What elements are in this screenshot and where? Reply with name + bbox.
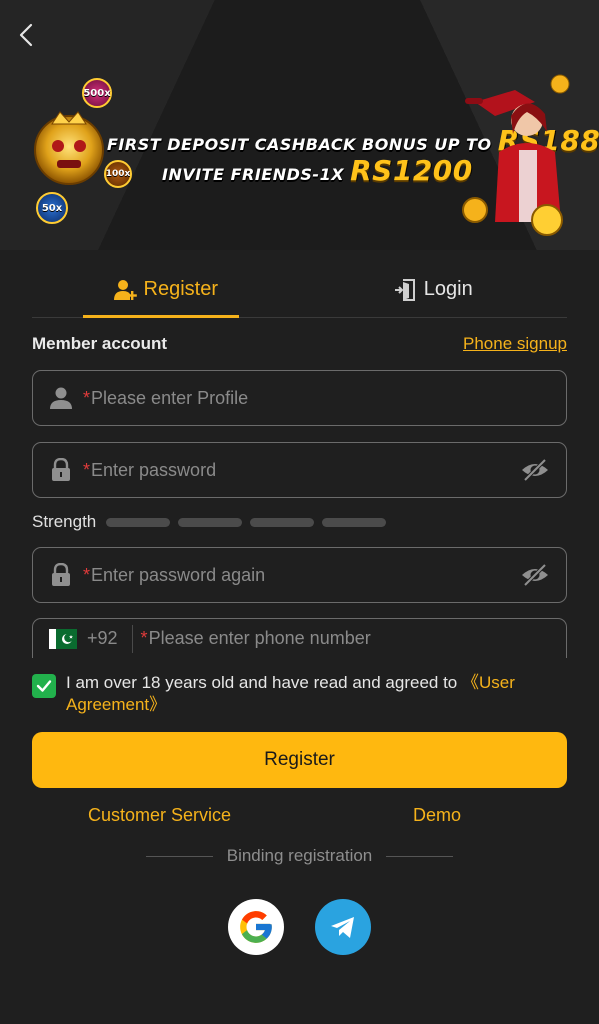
multiplier-badge-50x: 50x xyxy=(36,192,68,224)
customer-service-link[interactable]: Customer Service xyxy=(88,805,231,826)
eye-hidden-icon[interactable] xyxy=(520,458,550,482)
user-icon xyxy=(50,387,72,409)
phone-signup-link[interactable]: Phone signup xyxy=(463,334,567,354)
divider xyxy=(386,855,453,857)
strength-bar xyxy=(178,517,243,527)
lock-icon xyxy=(52,563,70,586)
register-button[interactable]: Register xyxy=(32,732,567,788)
promo-banner[interactable]: 500x 100x 50x FIRST DEPOSIT CASHBACK BON… xyxy=(0,70,599,240)
confirm-password-input[interactable]: * Enter password again xyxy=(32,547,567,603)
profile-placeholder: Please enter Profile xyxy=(91,387,249,408)
strength-bar xyxy=(322,517,387,527)
strength-bar xyxy=(106,517,171,527)
tab-login[interactable]: Login xyxy=(300,262,568,317)
password-placeholder: Enter password xyxy=(91,459,217,480)
golden-mask-icon xyxy=(34,111,104,185)
tab-register[interactable]: Register xyxy=(32,262,300,318)
confirm-password-placeholder: Enter password again xyxy=(91,564,266,585)
back-arrow-icon[interactable] xyxy=(14,22,40,48)
add-user-icon xyxy=(113,279,137,300)
tab-login-label: Login xyxy=(423,278,473,300)
divider xyxy=(146,855,213,857)
banner-line-2: INVITE FRIENDS-1X RS1200 xyxy=(162,154,473,187)
google-icon xyxy=(240,911,272,943)
member-account-label: Member account xyxy=(32,334,168,353)
password-strength-meter: Strength xyxy=(32,512,394,532)
phone-number-input[interactable]: +92 * Please enter phone number xyxy=(32,618,567,658)
check-icon xyxy=(36,680,52,692)
age-agreement: I am over 18 years old and have read and… xyxy=(32,672,567,716)
login-door-icon xyxy=(394,278,415,301)
profile-input[interactable]: * Please enter Profile xyxy=(32,370,567,426)
multiplier-badge-100x: 100x xyxy=(104,160,132,188)
lock-icon xyxy=(52,458,70,481)
google-login-button[interactable] xyxy=(228,899,284,955)
pakistan-flag-icon[interactable] xyxy=(49,628,77,649)
telegram-login-button[interactable] xyxy=(315,899,371,955)
country-code[interactable]: +92 xyxy=(87,628,118,649)
phone-placeholder: Please enter phone number xyxy=(148,628,371,648)
multiplier-badge-500x: 500x xyxy=(82,78,112,108)
divider xyxy=(131,624,133,653)
required-mark: * xyxy=(83,459,91,480)
telegram-icon xyxy=(331,917,354,938)
binding-registration-label: Binding registration xyxy=(226,846,373,865)
pilot-character-illustration xyxy=(462,74,570,236)
tab-register-label: Register xyxy=(143,278,218,300)
strength-bar xyxy=(250,517,315,527)
required-mark: * xyxy=(140,628,148,648)
demo-link[interactable]: Demo xyxy=(413,805,461,826)
strength-label: Strength xyxy=(32,512,97,531)
required-mark: * xyxy=(83,387,91,408)
agreement-checkbox[interactable] xyxy=(32,674,56,698)
eye-hidden-icon[interactable] xyxy=(520,563,550,587)
required-mark: * xyxy=(83,564,91,585)
binding-registration-divider: Binding registration xyxy=(146,846,453,866)
auth-tabs: Register Login xyxy=(32,262,567,318)
agreement-text: I am over 18 years old and have read and… xyxy=(66,673,515,714)
password-input[interactable]: * Enter password xyxy=(32,442,567,498)
